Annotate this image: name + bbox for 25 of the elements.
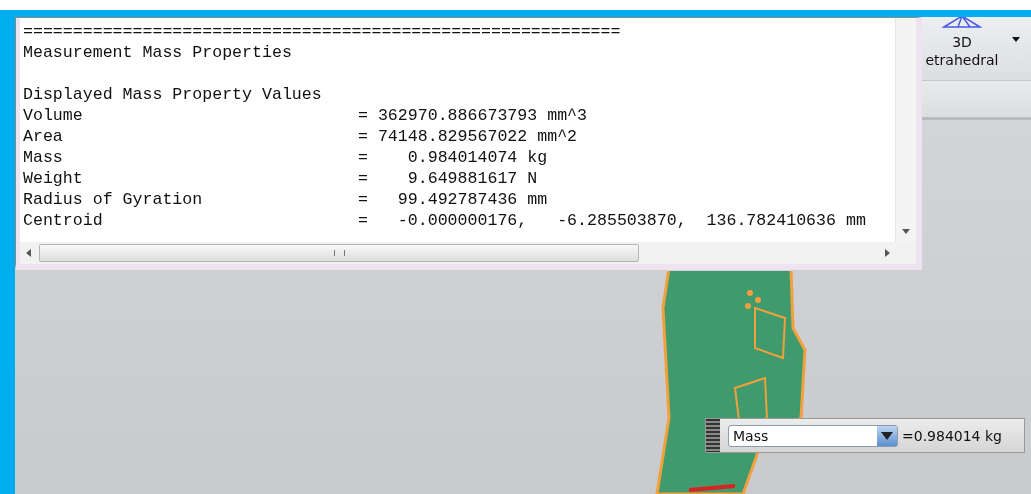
- property-value: = 9.649881617 N: [358, 168, 538, 189]
- scroll-left-arrow-icon[interactable]: [26, 249, 31, 257]
- property-label: Mass: [23, 147, 64, 168]
- report-title: Measurement Mass Properties: [23, 42, 292, 63]
- property-label: Weight: [23, 168, 84, 189]
- scroll-down-arrow-icon[interactable]: [902, 229, 910, 234]
- property-label: Area: [23, 126, 64, 147]
- measure-result: =0.984014 kg: [902, 427, 1002, 444]
- property-value: = 74148.829567022 mm^2: [358, 126, 578, 147]
- property-label: Volume: [23, 105, 84, 126]
- dropdown-caret-icon[interactable]: [1012, 37, 1020, 42]
- separator-text: ============================================================: [23, 21, 621, 42]
- property-label: Centroid: [23, 210, 104, 231]
- measure-type-dropdown[interactable]: Mass: [728, 424, 898, 447]
- property-label: Radius of Gyration: [23, 189, 204, 210]
- tetrahedron-icon: [942, 17, 982, 29]
- property-value: = -0.000000176, -6.285503870, 136.782410636 mm: [358, 210, 866, 231]
- property-value: = 0.984014074 kg: [358, 147, 548, 168]
- dropdown-arrow-icon[interactable]: [881, 431, 893, 440]
- property-value: = 362970.886673793 mm^3: [358, 105, 588, 126]
- vertical-scrollbar[interactable]: [895, 18, 916, 242]
- toolbar-grip[interactable]: [706, 419, 720, 452]
- property-value: = 99.492787436 mm: [358, 189, 548, 210]
- scroll-right-arrow-icon[interactable]: [885, 249, 890, 257]
- section-heading: Displayed Mass Property Values: [23, 84, 322, 105]
